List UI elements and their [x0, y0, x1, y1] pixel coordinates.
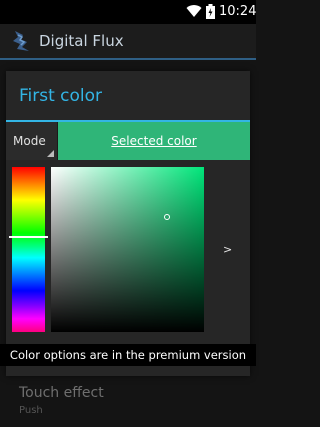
- wifi-icon: [186, 5, 202, 18]
- premium-toast: Color options are in the premium version: [0, 344, 256, 362]
- hue-slider-handle[interactable]: [9, 236, 48, 238]
- touch-effect-title[interactable]: Touch effect: [19, 385, 104, 401]
- status-bar: 10:24: [0, 0, 256, 24]
- toast-bottom-edge: [0, 362, 256, 366]
- selected-color-label: Selected color: [111, 134, 197, 148]
- app-title: Digital Flux: [39, 32, 124, 50]
- toast-message: Color options are in the premium version: [9, 348, 247, 362]
- dialog-title: First color: [19, 86, 103, 106]
- selected-color-swatch[interactable]: Selected color: [58, 122, 250, 160]
- app-icon[interactable]: [11, 29, 33, 53]
- next-arrow-button[interactable]: >: [223, 243, 232, 256]
- mode-label: Mode: [13, 134, 46, 148]
- color-picker-dialog: First color Mode Selected color >: [6, 71, 250, 376]
- action-bar: Digital Flux: [0, 24, 256, 60]
- hue-slider[interactable]: [12, 167, 45, 332]
- saturation-value-picker[interactable]: [51, 167, 204, 332]
- touch-effect-summary: Push: [19, 405, 43, 416]
- dropdown-corner-icon: [47, 150, 54, 157]
- status-time: 10:24: [219, 4, 257, 19]
- color-cursor[interactable]: [164, 214, 170, 220]
- mode-button[interactable]: Mode: [6, 122, 58, 160]
- battery-icon: [206, 4, 215, 19]
